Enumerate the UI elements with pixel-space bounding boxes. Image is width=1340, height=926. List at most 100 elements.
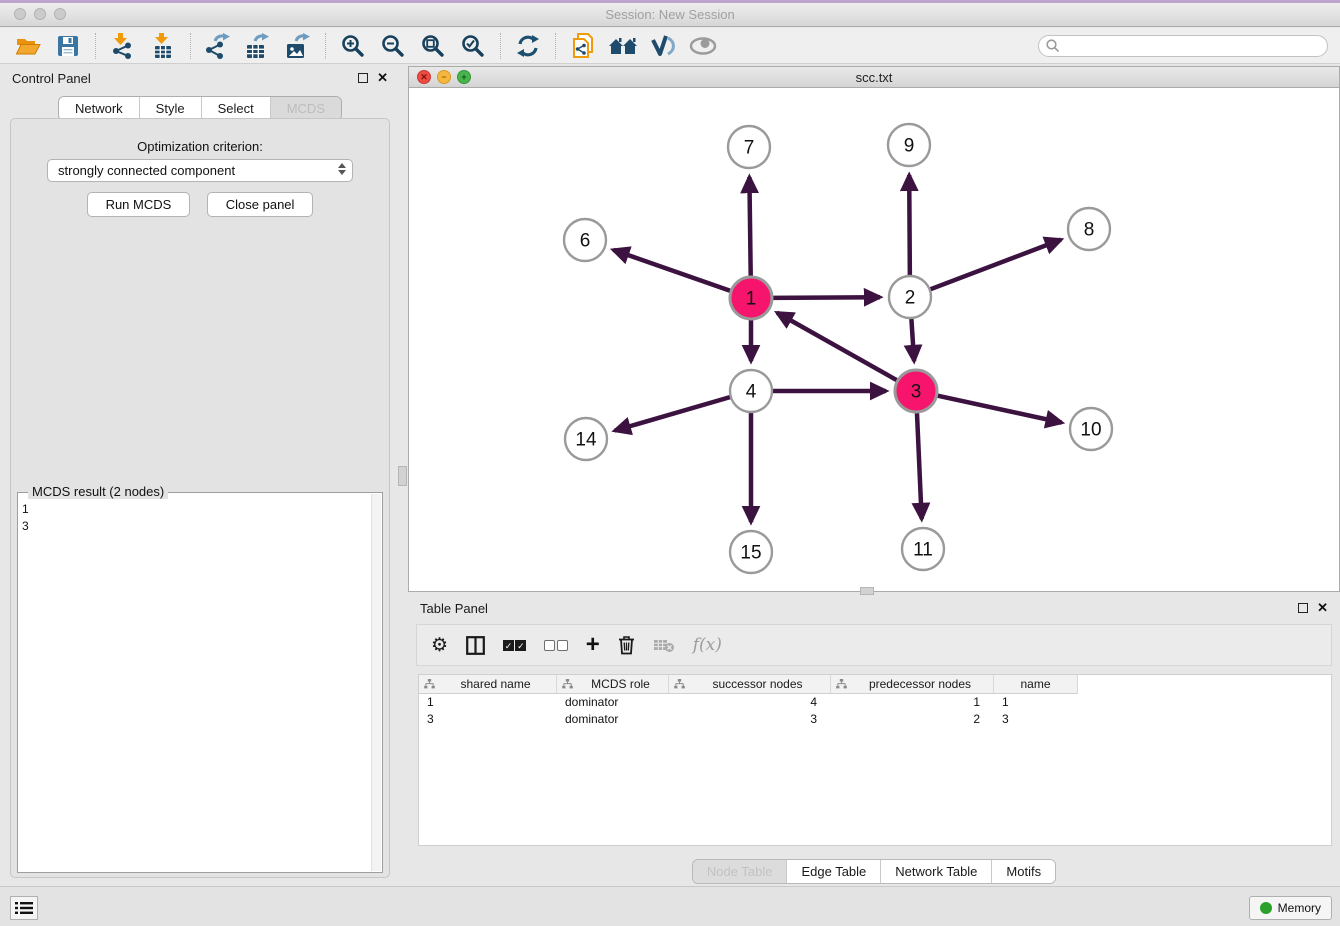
optimization-criterion-select[interactable]: strongly connected component xyxy=(47,159,353,182)
run-mcds-button[interactable]: Run MCDS xyxy=(87,192,191,217)
tab-node-table[interactable]: Node Table xyxy=(693,860,787,883)
table-cell: 1 xyxy=(419,694,557,711)
zoom-selected-button[interactable] xyxy=(457,31,489,61)
close-table-panel-icon[interactable]: ✕ xyxy=(1317,600,1328,616)
split-table-button[interactable] xyxy=(466,636,485,655)
table-panel-tabs: Node TableEdge TableNetwork TableMotifs xyxy=(692,859,1056,884)
export-table-icon xyxy=(245,33,271,59)
zoom-in-button[interactable] xyxy=(337,31,369,61)
table-cell: 2 xyxy=(831,711,994,728)
export-network-button[interactable] xyxy=(202,31,234,61)
toolbar-separator xyxy=(555,33,556,59)
dropdown-stepper-icon xyxy=(338,163,346,175)
tab-network-table[interactable]: Network Table xyxy=(880,860,991,883)
result-scrollbar[interactable] xyxy=(371,494,381,871)
tab-style[interactable]: Style xyxy=(139,97,201,120)
node-label-3: 3 xyxy=(911,382,922,403)
vertical-splitter-handle[interactable] xyxy=(398,466,407,486)
column-header-label: MCDS role xyxy=(573,677,668,691)
table-cell: 3 xyxy=(994,711,1078,728)
zoom-fit-icon xyxy=(421,34,445,58)
node-table[interactable]: shared name MCDS rolesuccessor nodesprede… xyxy=(418,674,1332,846)
hide-graphics-details-button[interactable] xyxy=(687,31,719,61)
edge-3-10[interactable] xyxy=(937,395,1062,422)
status-bar: Memory xyxy=(0,886,1340,926)
add-column-button[interactable]: + xyxy=(586,635,600,655)
window-title: Session: New Session xyxy=(0,7,1340,22)
column-header-predecessor-nodes[interactable]: predecessor nodes xyxy=(831,675,994,694)
tab-network[interactable]: Network xyxy=(59,97,139,120)
optimization-criterion-label: Optimization criterion: xyxy=(11,139,389,154)
delete-table-button[interactable] xyxy=(653,637,675,653)
edge-2-9[interactable] xyxy=(909,175,910,276)
function-icon: f(x) xyxy=(693,635,722,655)
apply-layout-button[interactable] xyxy=(512,31,544,61)
import-table-button[interactable] xyxy=(147,31,179,61)
column-header-name[interactable]: name xyxy=(994,675,1078,694)
float-panel-icon[interactable] xyxy=(358,73,368,83)
reset-view-button[interactable] xyxy=(607,31,639,61)
edge-1-2[interactable] xyxy=(772,297,880,298)
show-graphics-details-button[interactable] xyxy=(647,31,679,61)
tab-mcds[interactable]: MCDS xyxy=(270,97,341,120)
zoom-out-button[interactable] xyxy=(377,31,409,61)
checked-box-icon: ✓ xyxy=(515,640,526,651)
optimization-criterion-value: strongly connected component xyxy=(58,163,235,178)
toolbar-separator xyxy=(95,33,96,59)
control-panel: Control Panel ✕ NetworkStyleSelectMCDS O… xyxy=(2,66,398,884)
search-icon xyxy=(1046,39,1060,53)
column-type-icon xyxy=(674,679,685,690)
import-network-button[interactable] xyxy=(107,31,139,61)
search-input[interactable] xyxy=(1038,35,1328,57)
edge-1-7[interactable] xyxy=(749,177,750,277)
duplicate-network-button[interactable] xyxy=(567,31,599,61)
edge-4-14[interactable] xyxy=(615,397,731,431)
main-toolbar xyxy=(0,28,1340,64)
edge-2-3[interactable] xyxy=(911,318,914,361)
close-panel-button[interactable]: Close panel xyxy=(207,192,314,217)
unselect-all-columns-button[interactable] xyxy=(544,636,567,654)
tab-edge-table[interactable]: Edge Table xyxy=(786,860,880,883)
memory-button[interactable]: Memory xyxy=(1249,896,1332,920)
table-row[interactable]: 3dominator323 xyxy=(419,711,1331,728)
network-window-titlebar[interactable]: ✕ − + scc.txt xyxy=(409,67,1339,88)
mcds-result-title: MCDS result (2 nodes) xyxy=(28,484,168,499)
edge-3-11[interactable] xyxy=(917,412,922,519)
gear-icon: ⚙ xyxy=(431,634,448,657)
zoom-fit-button[interactable] xyxy=(417,31,449,61)
select-all-columns-button[interactable]: ✓ ✓ xyxy=(503,636,526,654)
node-label-11: 11 xyxy=(913,540,933,561)
float-table-panel-icon[interactable] xyxy=(1298,603,1308,613)
task-history-button[interactable] xyxy=(10,896,38,920)
eye-slash-icon xyxy=(650,34,676,58)
save-session-button[interactable] xyxy=(52,31,84,61)
export-network-icon xyxy=(205,33,231,59)
horizontal-splitter-handle[interactable] xyxy=(860,587,874,595)
function-builder-button[interactable]: f(x) xyxy=(693,635,722,655)
tab-motifs[interactable]: Motifs xyxy=(991,860,1055,883)
close-panel-icon[interactable]: ✕ xyxy=(377,70,388,86)
result-line: 3 xyxy=(22,518,29,535)
export-table-button[interactable] xyxy=(242,31,274,61)
network-canvas[interactable]: 7968124314101511 xyxy=(409,88,1339,591)
table-cell: 3 xyxy=(669,711,831,728)
node-label-6: 6 xyxy=(580,231,591,252)
zoom-selected-icon xyxy=(461,34,485,58)
tab-select[interactable]: Select xyxy=(201,97,270,120)
column-header-label: shared name xyxy=(435,677,556,691)
open-session-button[interactable] xyxy=(12,31,44,61)
edge-1-6[interactable] xyxy=(613,250,731,291)
export-image-button[interactable] xyxy=(282,31,314,61)
toolbar-separator xyxy=(500,33,501,59)
delete-columns-button[interactable] xyxy=(618,635,635,655)
edge-3-1[interactable] xyxy=(777,313,898,381)
table-row[interactable]: 1dominator411 xyxy=(419,694,1331,711)
edge-2-8[interactable] xyxy=(930,240,1061,290)
column-header-successor-nodes[interactable]: successor nodes xyxy=(669,675,831,694)
zoom-out-icon xyxy=(381,34,405,58)
column-header-shared-name[interactable]: shared name xyxy=(419,675,557,694)
column-header-mcds-role[interactable]: MCDS role xyxy=(557,675,669,694)
table-settings-button[interactable]: ⚙ xyxy=(431,634,448,657)
node-label-8: 8 xyxy=(1084,220,1095,241)
table-cell: 3 xyxy=(419,711,557,728)
